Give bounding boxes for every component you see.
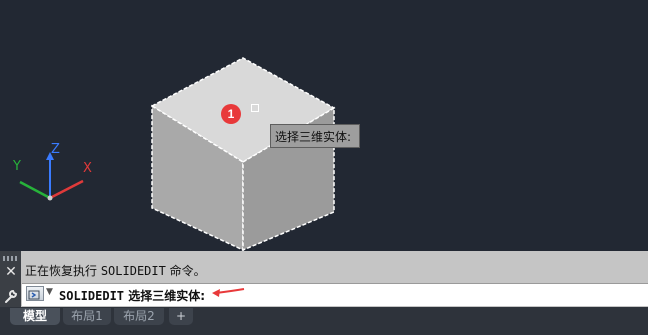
command-history-line: 正在恢复执行 SOLIDEDIT 命令。	[25, 262, 206, 279]
wrench-icon[interactable]	[2, 287, 20, 305]
axis-z-label: Z	[51, 142, 60, 157]
history-suffix: 命令。	[165, 264, 206, 278]
history-prefix: 正在恢复执行	[25, 264, 101, 278]
tab-layout1[interactable]: 布局1	[63, 308, 111, 325]
tab-model[interactable]: 模型	[10, 308, 60, 325]
ucs-icon	[19, 152, 84, 201]
prompt-command: SOLIDEDIT	[59, 289, 125, 303]
command-prompt-icon	[28, 290, 40, 300]
axis-y-label: Y	[13, 159, 21, 174]
prompt-text: 选择三维实体:	[124, 289, 206, 303]
dynamic-input-tooltip: 选择三维实体:	[270, 124, 360, 148]
close-icon[interactable]: ✕	[4, 264, 18, 280]
tab-layout2[interactable]: 布局2	[114, 308, 164, 325]
history-command: SOLIDEDIT	[100, 264, 166, 278]
axis-x-label: X	[83, 161, 92, 176]
command-customize-button[interactable]	[26, 286, 44, 301]
command-prompt: SOLIDEDIT 选择三维实体:	[59, 287, 205, 304]
pickbox-cursor	[251, 104, 259, 112]
add-layout-tab-button[interactable]: +	[169, 308, 193, 325]
chevron-down-icon[interactable]: ▼	[46, 287, 53, 297]
red-arrow-annotation	[212, 288, 245, 297]
drawing-viewport[interactable]: 1 选择三维实体: X Y Z	[0, 0, 648, 251]
step-marker-badge: 1	[221, 104, 241, 124]
drag-grip-icon[interactable]	[3, 256, 18, 261]
